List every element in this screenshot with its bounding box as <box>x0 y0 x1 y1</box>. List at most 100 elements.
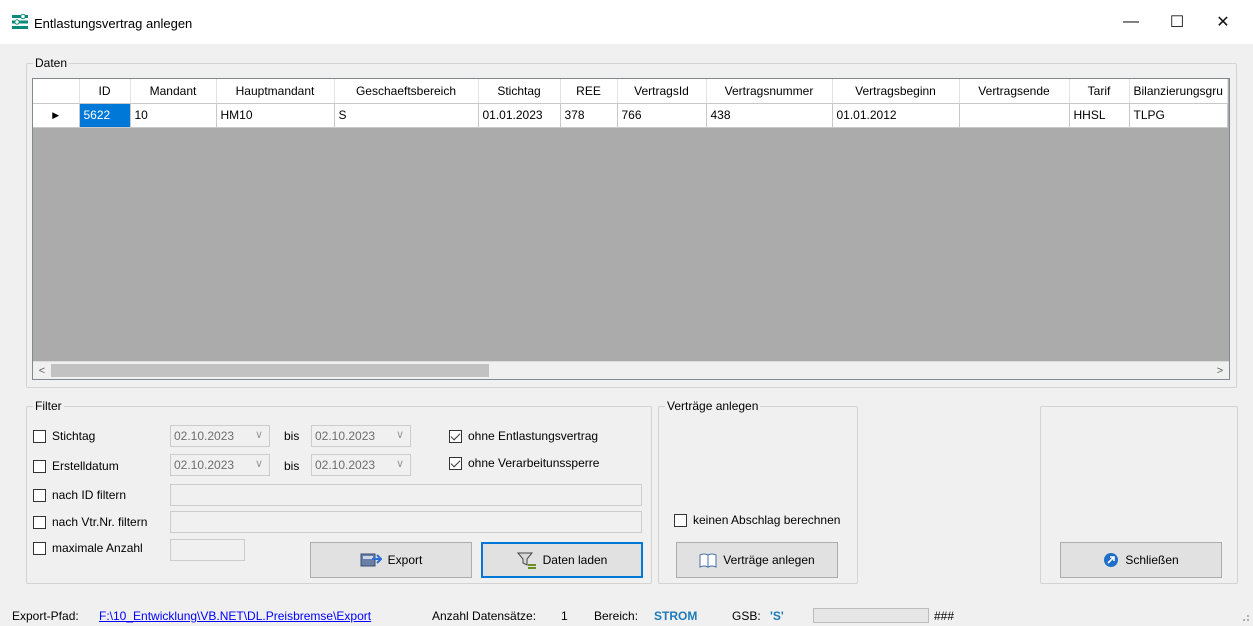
cell-stichtag[interactable]: 01.01.2023 <box>478 103 561 128</box>
stichtag-to-value: 02.10.2023 <box>315 429 376 443</box>
export-button-label: Export <box>387 553 423 567</box>
nach-vtr-nr-label: nach Vtr.Nr. filtern <box>52 515 148 529</box>
resize-grip-icon[interactable] <box>1238 610 1250 622</box>
maximale-anzahl-label: maximale Anzahl <box>52 541 143 555</box>
book-icon <box>699 553 717 568</box>
header-row: ID Mandant Hauptmandant Geschaeftsbereic… <box>33 79 1228 104</box>
cell-hauptmandant[interactable]: HM10 <box>216 103 335 128</box>
cell-vertragsnummer[interactable]: 438 <box>706 103 833 128</box>
column-header-mandant[interactable]: Mandant <box>130 79 217 104</box>
ohne-entlastungsvertrag-label: ohne Entlastungsvertrag <box>468 429 599 443</box>
scroll-right-icon[interactable]: > <box>1211 362 1229 379</box>
erstelldatum-to-date[interactable]: 02.10.2023 ∨ <box>311 454 411 476</box>
export-pfad-label: Export-Pfad: <box>12 609 79 623</box>
column-header-vertragsid[interactable]: VertragsId <box>617 79 707 104</box>
column-header-stichtag[interactable]: Stichtag <box>478 79 561 104</box>
stichtag-from-date[interactable]: 02.10.2023 ∨ <box>170 425 270 447</box>
vertraege-anlegen-button-label: Verträge anlegen <box>723 553 815 567</box>
export-icon <box>360 553 382 567</box>
chevron-down-icon[interactable]: ∨ <box>396 428 404 441</box>
cell-vertragsende[interactable] <box>959 103 1070 128</box>
title-bar: Entlastungsvertrag anlegen — ☐ ✕ <box>0 0 1253 44</box>
anzahl-value: 1 <box>561 609 568 623</box>
data-grid[interactable]: ID Mandant Hauptmandant Geschaeftsbereic… <box>32 78 1230 380</box>
cell-id[interactable]: 5622 <box>79 103 131 128</box>
erstelldatum-from-date[interactable]: 02.10.2023 ∨ <box>170 454 270 476</box>
chevron-down-icon[interactable]: ∨ <box>396 457 404 470</box>
gsb-value: 'S' <box>770 609 784 623</box>
daten-group-label: Daten <box>33 56 70 70</box>
status-bar: Export-Pfad: F:\10_Entwicklung\VB.NET\DL… <box>0 602 1253 626</box>
column-header-bilanzierungsgruppe[interactable]: Bilanzierungsgru <box>1129 79 1228 104</box>
row-indicator-icon[interactable]: ▶ <box>33 103 80 128</box>
chevron-down-icon[interactable]: ∨ <box>255 457 263 470</box>
erstelldatum-bis-label: bis <box>284 459 300 473</box>
stichtag-checkbox[interactable] <box>33 430 46 443</box>
column-header-tarif[interactable]: Tarif <box>1069 79 1130 104</box>
nach-vtr-nr-checkbox[interactable] <box>33 516 46 529</box>
scroll-left-icon[interactable]: < <box>33 362 51 379</box>
stichtag-from-value: 02.10.2023 <box>174 429 235 443</box>
maximale-anzahl-input[interactable] <box>170 539 245 561</box>
status-hash-text: ### <box>934 609 955 623</box>
vertraege-anlegen-button[interactable]: Verträge anlegen <box>676 542 838 578</box>
gsb-label: GSB: <box>732 609 761 623</box>
stichtag-bis-label: bis <box>284 429 300 443</box>
keinen-abschlag-label: keinen Abschlag berechnen <box>693 513 841 527</box>
bereich-value: STROM <box>654 609 698 623</box>
table-row[interactable]: ▶ 5622 10 HM10 S 01.01.2023 378 766 438 … <box>33 103 1228 128</box>
filter-icon <box>516 552 536 569</box>
nach-id-input[interactable] <box>170 484 642 506</box>
stichtag-to-date[interactable]: 02.10.2023 ∨ <box>311 425 411 447</box>
stichtag-label: Stichtag <box>52 429 96 443</box>
column-header-id[interactable]: ID <box>79 79 131 104</box>
cell-bilanzierungsgruppe[interactable]: TLPG <box>1129 103 1228 128</box>
ohne-verarbeitungssperre-checkbox[interactable] <box>449 457 462 470</box>
schliessen-button[interactable]: Schließen <box>1060 542 1222 578</box>
erstelldatum-from-value: 02.10.2023 <box>174 458 235 472</box>
column-header-hauptmandant[interactable]: Hauptmandant <box>216 79 335 104</box>
scroll-thumb[interactable] <box>51 364 489 377</box>
erstelldatum-to-value: 02.10.2023 <box>315 458 376 472</box>
cell-ree[interactable]: 378 <box>560 103 618 128</box>
cell-mandant[interactable]: 10 <box>130 103 217 128</box>
cell-vertragsid[interactable]: 766 <box>617 103 707 128</box>
erstelldatum-checkbox[interactable] <box>33 460 46 473</box>
erstelldatum-label: Erstelldatum <box>52 459 119 473</box>
row-header-corner <box>33 79 80 104</box>
filter-group-label: Filter <box>33 399 64 413</box>
export-pfad-link[interactable]: F:\10_Entwicklung\VB.NET\DL.Preisbremse\… <box>99 609 371 623</box>
column-header-ree[interactable]: REE <box>560 79 618 104</box>
chevron-down-icon[interactable]: ∨ <box>255 428 263 441</box>
nach-vtr-nr-input[interactable] <box>170 511 642 533</box>
ohne-verarbeitungssperre-label: ohne Verarbeitunssperre <box>468 456 600 470</box>
bereich-label: Bereich: <box>594 609 639 623</box>
vertraege-group-label: Verträge anlegen <box>665 399 761 413</box>
window-title: Entlastungsvertrag anlegen <box>34 16 193 31</box>
horizontal-scrollbar[interactable]: < > <box>33 361 1229 379</box>
daten-laden-button[interactable]: Daten laden <box>481 542 643 578</box>
minimize-button[interactable]: — <box>1108 0 1154 44</box>
nach-id-checkbox[interactable] <box>33 489 46 502</box>
cell-geschaeftsbereich[interactable]: S <box>334 103 479 128</box>
cell-vertragsbeginn[interactable]: 01.01.2012 <box>832 103 960 128</box>
column-header-geschaeftsbereich[interactable]: Geschaeftsbereich <box>334 79 479 104</box>
anzahl-label: Anzahl Datensätze: <box>432 609 537 623</box>
schliessen-button-label: Schließen <box>1125 553 1179 567</box>
ohne-entlastungsvertrag-checkbox[interactable] <box>449 430 462 443</box>
data-table: ID Mandant Hauptmandant Geschaeftsbereic… <box>33 79 1228 128</box>
progress-bar <box>813 608 929 623</box>
cell-tarif[interactable]: HHSL <box>1069 103 1130 128</box>
close-window-button[interactable]: ✕ <box>1200 0 1246 44</box>
column-header-vertragsende[interactable]: Vertragsende <box>959 79 1070 104</box>
app-icon <box>12 14 28 29</box>
maximize-button[interactable]: ☐ <box>1154 0 1200 44</box>
keinen-abschlag-checkbox[interactable] <box>674 514 687 527</box>
export-button[interactable]: Export <box>310 542 472 578</box>
column-header-vertragsbeginn[interactable]: Vertragsbeginn <box>832 79 960 104</box>
nach-id-label: nach ID filtern <box>52 488 127 502</box>
exit-icon <box>1104 553 1119 567</box>
daten-laden-button-label: Daten laden <box>542 553 608 567</box>
column-header-vertragsnummer[interactable]: Vertragsnummer <box>706 79 833 104</box>
maximale-anzahl-checkbox[interactable] <box>33 542 46 555</box>
